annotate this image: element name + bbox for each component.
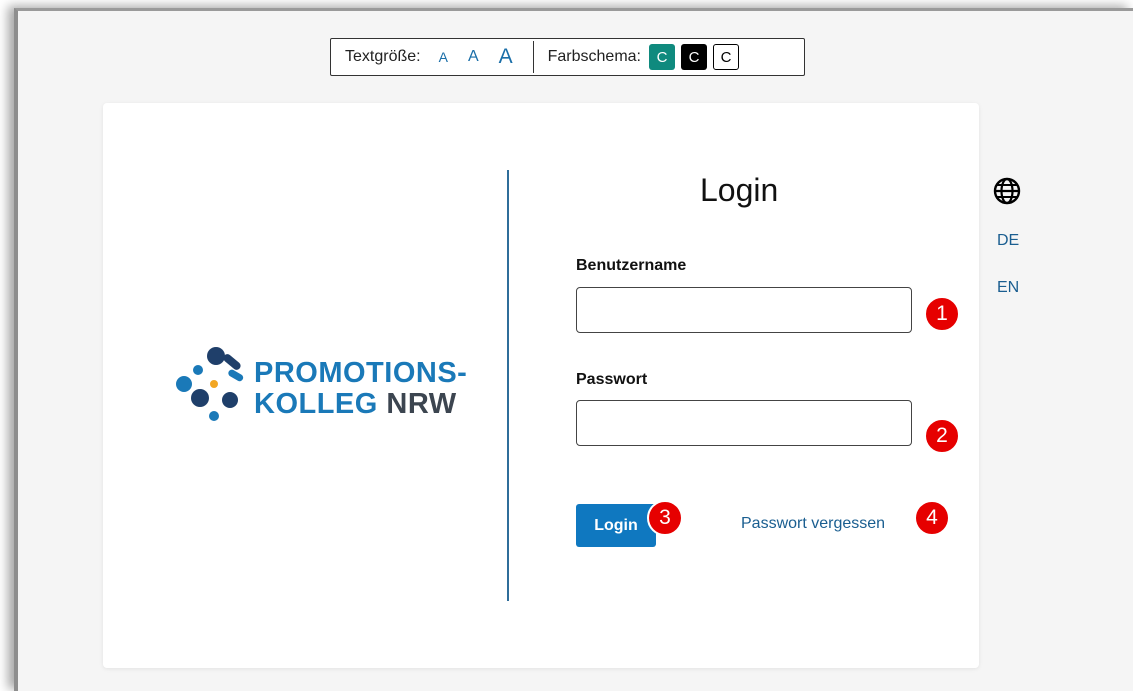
login-title: Login [700, 172, 779, 208]
annotation-badge-2: 2 [924, 418, 960, 454]
text-size-large-button[interactable]: A [499, 45, 513, 69]
color-scheme-white-button[interactable]: C [713, 44, 739, 70]
text-size-small-button[interactable]: A [439, 49, 448, 65]
annotation-badge-1: 1 [924, 296, 960, 332]
color-scheme-teal-button[interactable]: C [649, 44, 675, 70]
password-input[interactable] [576, 400, 912, 446]
annotation-badge-3: 3 [647, 500, 683, 536]
forgot-password-link[interactable]: Passwort vergessen [741, 515, 885, 533]
language-en-link[interactable]: EN [997, 279, 1019, 297]
logo-nrw: NRW [386, 388, 457, 420]
username-input[interactable] [576, 287, 912, 333]
color-scheme-black-button[interactable]: C [681, 44, 707, 70]
login-button[interactable]: Login [576, 504, 656, 547]
username-label: Benutzername [576, 257, 687, 274]
logo-line-1: PROMOTIONS- [254, 357, 468, 389]
globe-icon [993, 177, 1021, 205]
text-size-label: Textgröße: [345, 48, 421, 65]
logo-line-2: KOLLEG NRW [254, 388, 457, 420]
text-size-medium-button[interactable]: A [468, 48, 479, 66]
logo-wordmark: PROMOTIONS- KOLLEG NRW [254, 358, 467, 420]
color-scheme-label: Farbschema: [547, 48, 641, 65]
password-label: Passwort [576, 371, 648, 388]
toolbar-separator [532, 41, 534, 73]
accessibility-toolbar: Textgröße: A A A Farbschema: C C C [330, 38, 805, 76]
annotation-badge-4: 4 [914, 500, 950, 536]
card-divider [507, 170, 509, 601]
language-de-link[interactable]: DE [997, 232, 1019, 250]
